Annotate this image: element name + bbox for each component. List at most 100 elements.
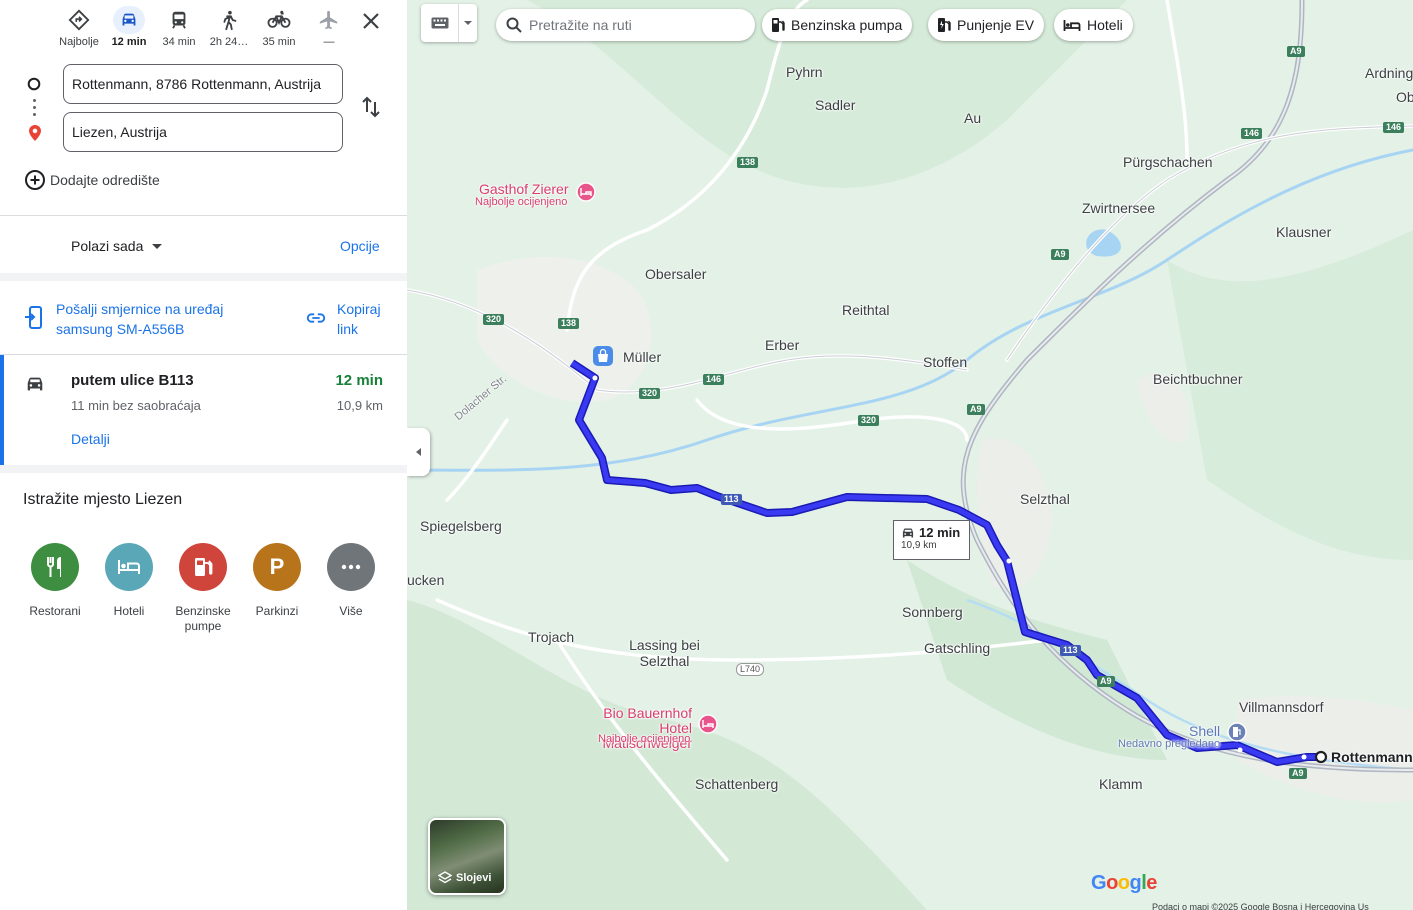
add-destination-button[interactable]: Dodajte odredište: [24, 169, 160, 191]
caret-down-icon: [152, 243, 163, 249]
mode-best[interactable]: Najbolje: [54, 6, 104, 54]
category-label: Benzinske pumpe: [175, 604, 231, 633]
keyboard-shortcuts-button[interactable]: [421, 4, 477, 42]
place-label[interactable]: Villmannsdorf: [1239, 699, 1324, 715]
layers-button[interactable]: Slojevi: [428, 818, 506, 895]
layers-icon: [438, 871, 452, 884]
mode-bike[interactable]: 35 min: [254, 6, 304, 54]
flight-icon: [319, 10, 338, 30]
map-footer: Podaci o mapi ©2025 Google Bosna i Herce…: [1152, 902, 1369, 910]
travel-mode-bar: Najbolje 12 min 34 min 2h 24… 35 min —: [54, 6, 354, 54]
link-icon: [306, 313, 326, 323]
chip-label: Hoteli: [1087, 17, 1123, 33]
swap-icon: [362, 96, 380, 118]
road-shield: A9: [1051, 249, 1069, 260]
chip-label: Benzinska pumpa: [791, 17, 903, 33]
send-to-device-button[interactable]: Pošalji smjernice na uređaj samsung SM-A…: [24, 299, 266, 339]
chip-label: Punjenje EV: [957, 17, 1035, 33]
place-label[interactable]: Ob: [1396, 89, 1413, 105]
place-label[interactable]: Spiegelsberg: [420, 518, 502, 534]
place-label[interactable]: Obersaler: [645, 266, 706, 282]
origin-input[interactable]: [63, 64, 343, 104]
mode-walk[interactable]: 2h 24…: [204, 6, 254, 54]
section-divider: [0, 273, 407, 281]
shopping-pin-icon[interactable]: [592, 345, 614, 367]
road-shield: 320: [483, 314, 505, 325]
car-icon: [902, 528, 914, 537]
place-label[interactable]: Sadler: [815, 97, 855, 113]
category-restaurants[interactable]: Restorani: [18, 543, 92, 634]
origin-marker: [1314, 750, 1328, 764]
place-label[interactable]: Pürgschachen: [1123, 154, 1213, 170]
more-icon: [341, 564, 361, 570]
explore-title: Istražite mjesto Liezen: [23, 491, 183, 508]
place-label[interactable]: Ardning: [1365, 65, 1413, 81]
category-parking[interactable]: P Parkinzi: [240, 543, 314, 634]
place-label[interactable]: Beichtbuchner: [1153, 371, 1243, 387]
place-label[interactable]: Zwirtnersee: [1082, 200, 1155, 216]
place-label[interactable]: Klamm: [1099, 776, 1143, 792]
search-icon: [506, 17, 522, 33]
route-time-callout[interactable]: 12 min 10,9 km: [893, 520, 970, 560]
place-label[interactable]: Au: [964, 110, 981, 126]
best-route-icon: [68, 9, 90, 31]
mode-flight-label: —: [323, 36, 335, 48]
category-gas-stations[interactable]: Benzinske pumpe: [166, 543, 240, 634]
hotel-pin-icon[interactable]: [698, 714, 718, 734]
search-along-route-input[interactable]: [529, 17, 739, 33]
callout-time: 12 min: [919, 525, 961, 540]
close-directions-button[interactable]: [358, 8, 384, 34]
poi-gasthof-zierer[interactable]: Gasthof Zierer: [479, 182, 568, 197]
category-hotels[interactable]: Hoteli: [92, 543, 166, 634]
place-label[interactable]: Erber: [765, 337, 799, 353]
swap-waypoints-button[interactable]: [359, 95, 383, 119]
waypoint-dots: [33, 99, 36, 116]
place-label[interactable]: Schattenberg: [695, 776, 778, 792]
add-circle-icon: [25, 170, 45, 190]
category-label: Restorani: [29, 604, 81, 618]
route-options-button[interactable]: Opcije: [340, 238, 380, 254]
place-label[interactable]: Lassing bei Selzthal: [627, 637, 702, 669]
caret-left-icon: [416, 448, 421, 456]
place-label[interactable]: ucken: [407, 572, 444, 588]
origin-place-label[interactable]: Rottenmann: [1331, 749, 1413, 765]
send-to-device-label: Pošalji smjernice na uređaj samsung SM-A…: [56, 301, 224, 337]
route-distance: 10,9 km: [336, 398, 383, 413]
depart-time-dropdown[interactable]: Polazi sada: [71, 238, 163, 254]
route-option-card[interactable]: putem ulice B113 11 min bez saobraćaja 1…: [0, 355, 407, 465]
mode-transit[interactable]: 34 min: [154, 6, 204, 54]
place-label[interactable]: Selzthal: [1020, 491, 1070, 507]
destination-input[interactable]: [63, 112, 343, 152]
poi-shell[interactable]: Shell: [1189, 723, 1220, 739]
search-along-route[interactable]: [496, 9, 755, 41]
place-label[interactable]: Müller: [623, 349, 661, 365]
road-shield: 138: [558, 318, 580, 329]
place-label[interactable]: Reithtal: [842, 302, 889, 318]
destination-pin-icon: [29, 125, 41, 141]
explore-categories: Restorani Hoteli Benzinske pumpe P Parki…: [18, 543, 388, 634]
gas-station-pin-icon[interactable]: [1227, 722, 1247, 742]
place-label[interactable]: Trojach: [528, 629, 574, 645]
place-label[interactable]: Klausner: [1276, 224, 1331, 240]
chip-hotels[interactable]: Hoteli: [1054, 9, 1133, 41]
google-logo: Google: [1091, 872, 1157, 894]
place-label[interactable]: Stoffen: [923, 354, 967, 370]
route-details-link[interactable]: Detalji: [71, 431, 110, 447]
divider: [0, 215, 407, 216]
poi-subtitle: Nedavno pregledano: [1118, 738, 1221, 750]
chip-ev-charging[interactable]: Punjenje EV: [928, 9, 1045, 41]
hotel-icon: [118, 560, 140, 574]
parking-icon: P: [269, 554, 285, 579]
road-shield: 146: [1241, 128, 1263, 139]
hotel-pin-icon[interactable]: [576, 182, 596, 202]
copy-link-button[interactable]: Kopiraj link: [305, 299, 397, 339]
place-label[interactable]: Pyhrn: [786, 64, 823, 80]
mode-drive[interactable]: 12 min: [104, 6, 154, 54]
chip-gas-station[interactable]: Benzinska pumpa: [762, 9, 913, 41]
place-label[interactable]: Gatschling: [924, 640, 990, 656]
place-label[interactable]: Sonnberg: [902, 604, 963, 620]
collapse-panel-button[interactable]: [407, 428, 430, 476]
map-canvas[interactable]: Pyhrn Sadler Au Ardning Ob Pürgschachen …: [407, 0, 1413, 910]
category-more[interactable]: Više: [314, 543, 388, 634]
mode-flight[interactable]: —: [304, 6, 354, 54]
